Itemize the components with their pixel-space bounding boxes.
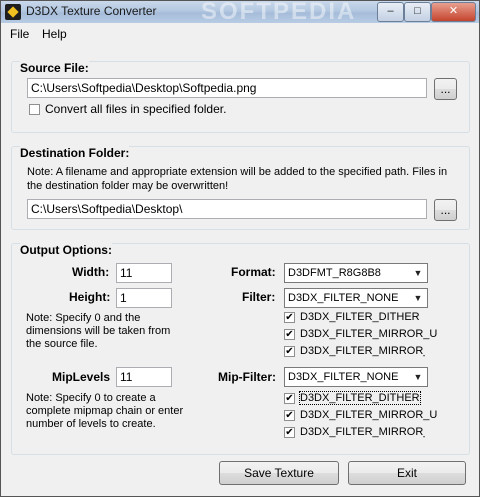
filter-mirror-v-label: D3DX_FILTER_MIRROR_V: [300, 345, 425, 357]
source-file-group: Source File: C:\Users\Softpedia\Desktop\…: [11, 61, 470, 133]
chevron-down-icon: ▼: [413, 268, 423, 278]
miplevels-input[interactable]: 11: [116, 367, 172, 387]
mip-note-line2: complete mipmap chain or enter: [26, 405, 184, 417]
filter-value: D3DX_FILTER_NONE: [288, 292, 399, 304]
mipfilter-value: D3DX_FILTER_NONE: [288, 371, 399, 383]
width-input[interactable]: 11: [116, 263, 172, 283]
height-label: Height:: [69, 290, 111, 304]
window-title: D3DX Texture Converter: [26, 4, 157, 18]
mipfilter-label: Mip-Filter:: [218, 370, 276, 384]
width-label: Width:: [72, 265, 110, 279]
destination-path-input[interactable]: C:\Users\Softpedia\Desktop\: [27, 199, 427, 219]
menu-help[interactable]: Help: [42, 27, 67, 41]
destination-folder-title: Destination Folder:: [20, 146, 130, 160]
size-note-line2: dimensions will be taken from: [26, 325, 171, 337]
source-file-title: Source File:: [20, 61, 89, 75]
format-value: D3DFMT_R8G8B8: [288, 267, 381, 279]
maximize-button[interactable]: □: [404, 2, 431, 22]
destination-browse-button[interactable]: ...: [434, 199, 457, 221]
menu-bar: File Help: [1, 23, 479, 43]
save-texture-button[interactable]: Save Texture: [219, 461, 339, 485]
destination-note-line2: the destination folder may be overwritte…: [27, 180, 229, 192]
convert-all-label: Convert all files in specified folder.: [45, 102, 227, 116]
mipfilter-mirror-v-label: D3DX_FILTER_MIRROR_V: [300, 426, 425, 438]
filter-dither-label: D3DX_FILTER_DITHER: [300, 311, 420, 323]
filter-mirror-u-label: D3DX_FILTER_MIRROR_U: [300, 328, 438, 340]
mip-note-line1: Note: Specify 0 to create a: [26, 392, 156, 404]
chevron-down-icon: ▼: [413, 293, 423, 303]
source-path-input[interactable]: C:\Users\Softpedia\Desktop\Softpedia.png: [27, 78, 427, 98]
main-window: D3DX Texture Converter SOFTPEDIA – □ ✕ F…: [0, 0, 480, 497]
format-label: Format:: [231, 265, 276, 279]
exit-button[interactable]: Exit: [348, 461, 466, 485]
chevron-down-icon: ▼: [413, 372, 423, 382]
filter-select[interactable]: D3DX_FILTER_NONE ▼: [284, 288, 428, 308]
filter-dither-checkbox[interactable]: ✔: [284, 312, 295, 323]
mipfilter-mirror-u-label: D3DX_FILTER_MIRROR_U: [300, 409, 438, 421]
filter-mirror-u-checkbox[interactable]: ✔: [284, 329, 295, 340]
filter-mirror-v-checkbox[interactable]: ✔: [284, 346, 295, 357]
size-note-line1: Note: Specify 0 and the: [26, 312, 141, 324]
mipfilter-mirror-u-checkbox[interactable]: ✔: [284, 410, 295, 421]
mipfilter-dither-checkbox[interactable]: ✔: [284, 393, 295, 404]
app-icon: [5, 4, 21, 20]
title-bar[interactable]: D3DX Texture Converter SOFTPEDIA – □ ✕: [1, 0, 479, 25]
miplevels-label: MipLevels: [52, 370, 111, 384]
output-options-group: Output Options: Width: 11 Height: 1 Note…: [11, 243, 470, 455]
mip-note-line3: number of levels to create.: [26, 418, 156, 430]
size-note-line3: the source file.: [26, 338, 98, 350]
format-select[interactable]: D3DFMT_R8G8B8 ▼: [284, 263, 428, 283]
destination-note-line1: Note: A filename and appropriate extensi…: [27, 166, 448, 178]
destination-folder-group: Destination Folder: Note: A filename and…: [11, 146, 470, 230]
mipfilter-select[interactable]: D3DX_FILTER_NONE ▼: [284, 367, 428, 387]
menu-file[interactable]: File: [10, 27, 29, 41]
minimize-button[interactable]: –: [377, 2, 404, 22]
filter-label: Filter:: [242, 290, 276, 304]
close-button[interactable]: ✕: [431, 2, 476, 22]
output-options-title: Output Options:: [20, 243, 112, 257]
mipfilter-dither-label: D3DX_FILTER_DITHER: [299, 391, 421, 405]
height-input[interactable]: 1: [116, 288, 172, 308]
mipfilter-mirror-v-checkbox[interactable]: ✔: [284, 427, 295, 438]
convert-all-checkbox[interactable]: [29, 104, 40, 115]
source-browse-button[interactable]: ...: [434, 78, 457, 100]
